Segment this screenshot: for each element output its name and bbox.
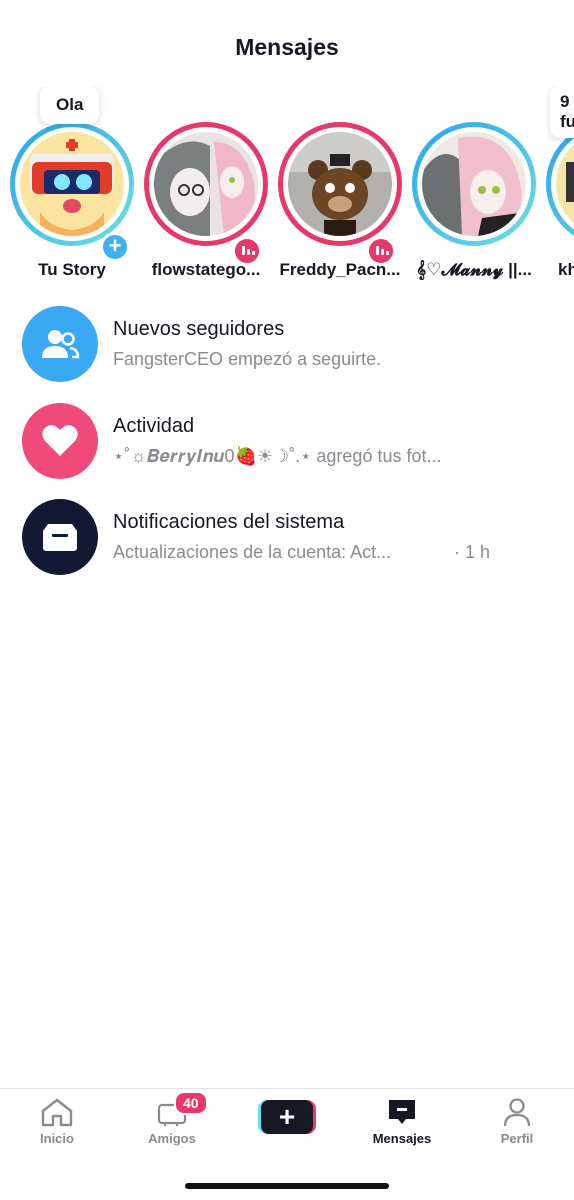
row-subtitle: Actualizaciones de la cuenta: Act... [113, 542, 392, 562]
avatar [422, 132, 526, 236]
row-subtitle: ⋆˚☼𝑩𝒆𝒓𝒓𝒚𝑰𝒏𝒖0🍓☀︎☽˚.⋆ agregó tus fot... [113, 446, 442, 466]
tab-inicio[interactable]: Inicio [9, 1097, 105, 1146]
story-name: 𝄞♡𝓜𝓪𝓷𝓷𝔂 ||... [416, 260, 532, 279]
tab-mensajes[interactable]: Mensajes [354, 1097, 450, 1146]
tab-label: Mensajes [372, 1131, 432, 1146]
people-icon [22, 306, 98, 382]
inbox-icon [22, 499, 98, 575]
live-icon [366, 236, 396, 266]
story-ring [10, 122, 134, 246]
avatar [154, 132, 258, 236]
page-title: Mensajes [235, 34, 339, 60]
list-item-system-notifications[interactable]: Notificaciones del sistema Actualizacion… [22, 499, 562, 577]
create-button[interactable]: + [258, 1100, 316, 1134]
tab-label: Inicio [40, 1131, 74, 1146]
home-indicator [185, 1183, 389, 1189]
friends-count-badge: 40 [174, 1091, 208, 1115]
avatar [556, 132, 574, 236]
plus-icon: + [261, 1100, 313, 1134]
story-ring [144, 122, 268, 246]
story-ring [412, 122, 536, 246]
story-note-bubble[interactable]: Ola [40, 86, 100, 124]
messages-screen: Mensajes Ola + Tu Story flowstatego... F… [0, 0, 574, 1200]
story-item-tu-story[interactable]: + Tu Story [10, 122, 134, 280]
tab-label: Amigos [148, 1131, 196, 1146]
avatar [288, 132, 392, 236]
story-name: Tu Story [38, 260, 106, 279]
row-title: Actividad [113, 415, 195, 437]
tab-amigos[interactable]: 40 Amigos [124, 1091, 220, 1146]
home-icon [41, 1098, 73, 1127]
heart-icon [22, 403, 98, 479]
story-item-manny[interactable]: 𝄞♡𝓜𝓪𝓷𝓷𝔂 ||... [412, 122, 536, 280]
tab-label: Perfil [500, 1131, 534, 1146]
row-timestamp: · 1 h [454, 542, 491, 562]
story-item-kh[interactable]: kh [546, 122, 574, 280]
story-note-bubble[interactable]: 9 fu [550, 86, 574, 138]
profile-icon [503, 1098, 531, 1127]
story-ring [278, 122, 402, 246]
messages-icon [389, 1100, 415, 1124]
row-subtitle: FangsterCEO empezó a seguirte. [113, 349, 382, 369]
tab-perfil[interactable]: Perfil [469, 1097, 565, 1146]
story-ring [546, 122, 574, 246]
avatar [20, 132, 124, 236]
story-item-freddy[interactable]: Freddy_Pach... [278, 122, 402, 280]
list-item-activity[interactable]: Actividad ⋆˚☼𝑩𝒆𝒓𝒓𝒚𝑰𝒏𝒖0🍓☀︎☽˚.⋆ agregó tus… [22, 403, 562, 481]
live-icon [232, 236, 262, 266]
story-name: kh [558, 260, 574, 279]
stories-row[interactable]: Ola + Tu Story flowstatego... Freddy_Pac… [0, 86, 574, 286]
row-title: Notificaciones del sistema [113, 511, 345, 533]
add-story-icon[interactable]: + [100, 232, 130, 262]
story-item-flowstatego[interactable]: flowstatego... [144, 122, 268, 280]
row-title: Nuevos seguidores [113, 318, 285, 340]
list-item-new-followers[interactable]: Nuevos seguidores FangsterCEO empezó a s… [22, 306, 562, 384]
